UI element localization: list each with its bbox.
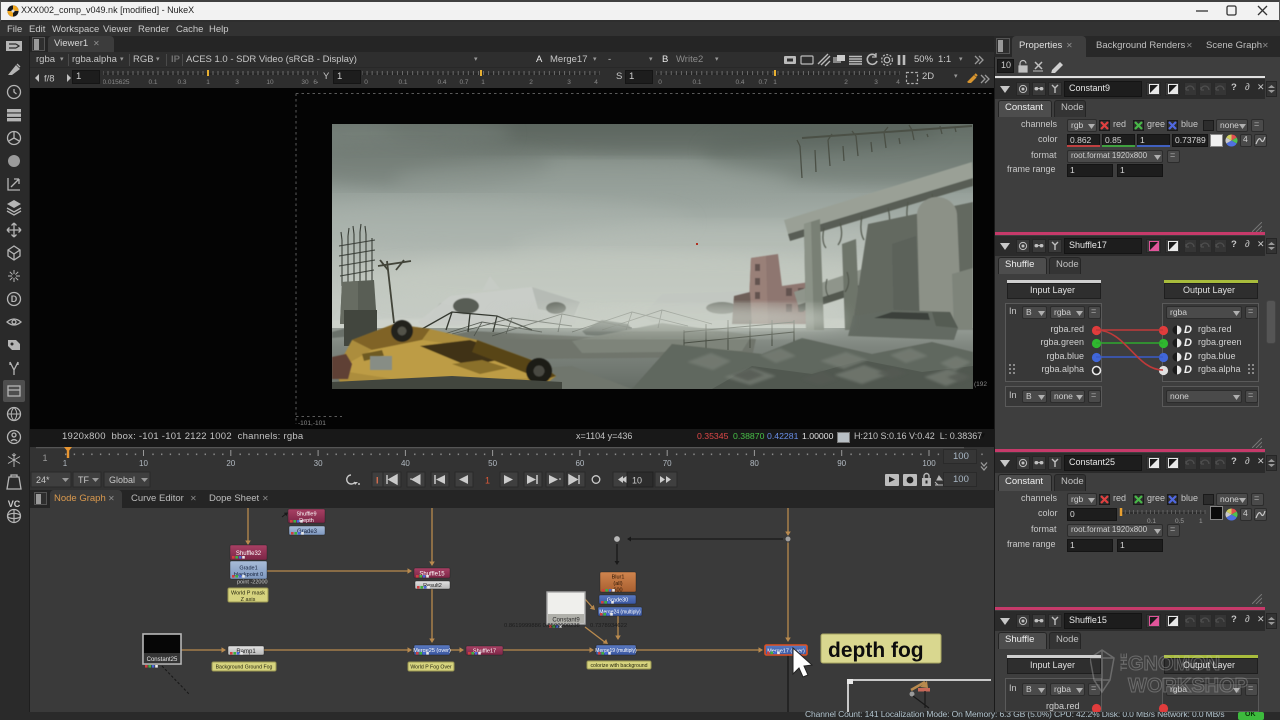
svg-text:30: 30	[301, 79, 309, 86]
svg-text:10: 10	[632, 476, 642, 486]
svg-text:70: 70	[663, 459, 672, 468]
svg-text:(all): (all)	[613, 581, 622, 587]
svg-text:0.7378934622: 0.7378934622	[590, 623, 627, 629]
svg-text:3: 3	[235, 79, 239, 86]
svg-text:0.7: 0.7	[459, 79, 468, 86]
svg-text:4: 4	[594, 79, 598, 86]
svg-text:0.4: 0.4	[735, 79, 744, 86]
svg-text:60: 60	[575, 459, 584, 468]
svg-text:40: 40	[401, 459, 410, 468]
svg-text:WORKSHOP: WORKSHOP	[1128, 675, 1248, 697]
svg-text:TF: TF	[78, 475, 89, 485]
svg-text:24*: 24*	[36, 475, 50, 485]
svg-text:1: 1	[485, 476, 490, 486]
svg-text:f/8: f/8	[44, 74, 55, 85]
svg-text:1: 1	[481, 79, 485, 86]
svg-text:GNOMON: GNOMON	[1128, 653, 1220, 675]
svg-text:0.1: 0.1	[692, 79, 701, 86]
svg-text:0.8619999886 0.8500000238: 0.8619999886 0.8500000238	[504, 623, 580, 629]
svg-text:2: 2	[844, 79, 848, 86]
svg-text:Z axis: Z axis	[241, 597, 256, 603]
svg-text:0.3: 0.3	[177, 79, 186, 86]
svg-text:30: 30	[314, 459, 323, 468]
svg-text:1: 1	[206, 79, 210, 86]
svg-text:90: 90	[837, 459, 846, 468]
svg-text:100: 100	[922, 459, 936, 468]
svg-text:Merge25 (over): Merge25 (over)	[413, 648, 451, 654]
svg-text:80: 80	[750, 459, 759, 468]
svg-text:Grade1: Grade1	[239, 565, 257, 571]
svg-text:World P Fog Over: World P Fog Over	[410, 665, 452, 671]
svg-text:50: 50	[488, 459, 497, 468]
svg-text:1: 1	[42, 453, 47, 463]
svg-text:0.4: 0.4	[437, 79, 446, 86]
svg-text:blackpoint 0: blackpoint 0	[234, 572, 263, 578]
svg-text:20: 20	[226, 459, 235, 468]
svg-text:Shuffle9: Shuffle9	[296, 511, 316, 517]
svg-text:depth fog: depth fog	[828, 639, 924, 662]
svg-text:Constant25: Constant25	[147, 657, 178, 663]
svg-text:1: 1	[66, 447, 70, 448]
svg-text:64: 64	[313, 79, 318, 86]
svg-text:World P mask: World P mask	[231, 590, 265, 596]
svg-text:4: 4	[896, 79, 900, 86]
svg-text:2: 2	[529, 79, 533, 86]
svg-text:1: 1	[1199, 518, 1203, 524]
svg-text:colorize with background: colorize with background	[590, 663, 647, 669]
svg-text:0.015625: 0.015625	[103, 79, 130, 86]
svg-text:0: 0	[658, 79, 662, 86]
svg-text:(192: (192	[974, 381, 987, 388]
svg-text:10: 10	[139, 459, 148, 468]
svg-text:-101,-101: -101,-101	[298, 420, 326, 427]
svg-text:10: 10	[266, 79, 274, 86]
svg-text:Shuffle32: Shuffle32	[236, 551, 262, 557]
svg-text:1: 1	[63, 459, 68, 468]
svg-text:0.1: 0.1	[398, 79, 407, 86]
svg-text:point -22000: point -22000	[237, 580, 268, 586]
svg-text:Background Ground Fog: Background Ground Fog	[216, 665, 273, 671]
svg-text:3: 3	[874, 79, 878, 86]
svg-text:1: 1	[773, 79, 777, 86]
svg-text:3: 3	[567, 79, 571, 86]
svg-text:0.7: 0.7	[758, 79, 767, 86]
svg-text:I: I	[376, 476, 379, 486]
svg-text:Blur1: Blur1	[612, 575, 625, 581]
svg-text:0: 0	[364, 79, 368, 86]
svg-text:D: D	[11, 294, 18, 304]
svg-text:Global: Global	[109, 475, 135, 485]
svg-text:0.1: 0.1	[148, 79, 157, 86]
